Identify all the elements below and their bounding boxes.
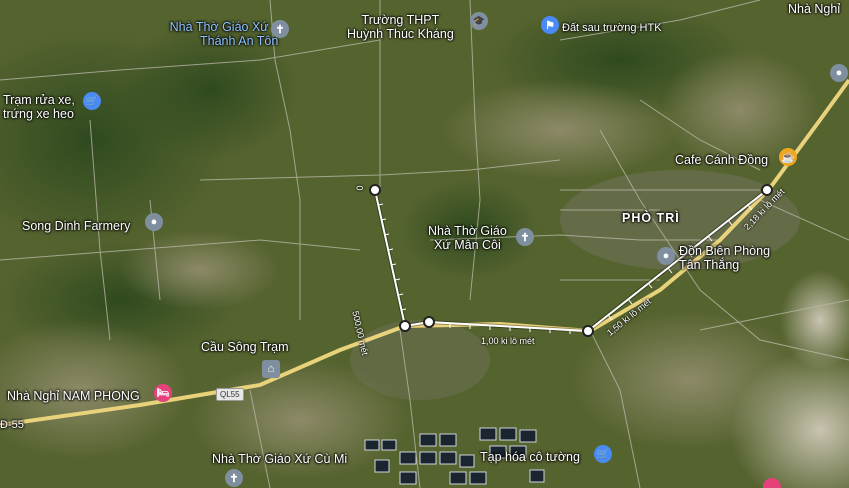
satellite-map[interactable]: 0 500,00 mét 1,00 ki lô mét 1,50 ki lô m… — [0, 0, 849, 488]
bridge-icon[interactable]: ⌂ — [262, 360, 280, 378]
coffee-cup-icon[interactable]: ☕ — [779, 148, 797, 166]
label-line: Nhà Thờ Giáo Xứ — [169, 20, 269, 34]
poi-song-dinh-farmery-label[interactable]: Song Dinh Farmery — [22, 219, 130, 233]
graduation-cap-icon[interactable]: 🎓 — [470, 12, 488, 30]
label-line: Trường THPT — [361, 13, 440, 27]
poi-cau-song-tram-label[interactable]: Cầu Sông Trạm — [201, 340, 289, 354]
cross-icon[interactable]: ✝ — [225, 469, 243, 487]
road-label-dt55: Đ-55 — [0, 419, 24, 431]
label-line: Xứ Mân Côi — [434, 238, 501, 252]
area-pho-tri-label: PHÒ TRÌ — [622, 211, 680, 225]
poi-nha-nghi-nam-phong-label[interactable]: Nhà Nghỉ NAM PHONG — [7, 389, 140, 403]
label-line: Trạm rửa xe, — [3, 93, 75, 107]
poi-tram-rua-xe-label[interactable]: Trạm rửa xe, trứng xe heo — [3, 93, 75, 121]
bed-icon[interactable]: 🛏 — [154, 384, 172, 402]
label-line: Huỳnh Thúc Kháng — [347, 27, 454, 41]
poi-church-man-coi-label[interactable]: Nhà Thờ Giáo Xứ Mân Côi — [428, 224, 507, 252]
poi-nha-nghi-top-label[interactable]: Nhà Nghỉ — [788, 2, 840, 16]
label-line: Đồn Biên Phòng — [679, 244, 771, 258]
label-line: Nhà Thờ Giáo — [428, 224, 507, 238]
measure-start-label: 0 — [354, 185, 365, 191]
cross-icon[interactable]: ✝ — [516, 228, 534, 246]
location-pin-icon[interactable]: ● — [145, 213, 163, 231]
poi-church-cu-mi-label[interactable]: Nhà Thờ Giáo Xứ Cù Mi — [212, 452, 347, 466]
poi-don-bien-phong-label[interactable]: Đồn Biên Phòng Tân Thắng — [679, 244, 770, 272]
location-pin-icon[interactable]: ● — [830, 64, 848, 82]
label-line: Tân Thắng — [679, 258, 740, 272]
cross-icon[interactable]: ✝ — [271, 20, 289, 38]
label-line: Thánh An Tôn — [200, 34, 279, 48]
location-pin-icon[interactable]: ● — [657, 247, 675, 265]
poi-tap-hoa-label[interactable]: Tạp hóa cô tường — [480, 450, 580, 464]
shopping-cart-icon[interactable]: 🛒 — [83, 92, 101, 110]
poi-school-htk-label[interactable]: Trường THPT Huỳnh Thúc Kháng — [347, 13, 454, 41]
road-shield-ql55: QL55 — [216, 388, 244, 401]
flag-icon[interactable]: ⚑ — [541, 16, 559, 34]
poi-church-thanh-an-ton-label[interactable]: Nhà Thờ Giáo Xứ Thánh An Tôn — [160, 20, 279, 48]
poi-dat-sau-truong-label[interactable]: Đất sau trường HTK — [562, 21, 662, 35]
label-line: trứng xe heo — [3, 107, 74, 121]
measure-segment-2-label: 1,00 ki lô mét — [481, 336, 535, 346]
shopping-cart-icon[interactable]: 🛒 — [594, 445, 612, 463]
poi-cafe-canh-dong-label[interactable]: Cafe Cánh Đồng — [675, 153, 768, 167]
